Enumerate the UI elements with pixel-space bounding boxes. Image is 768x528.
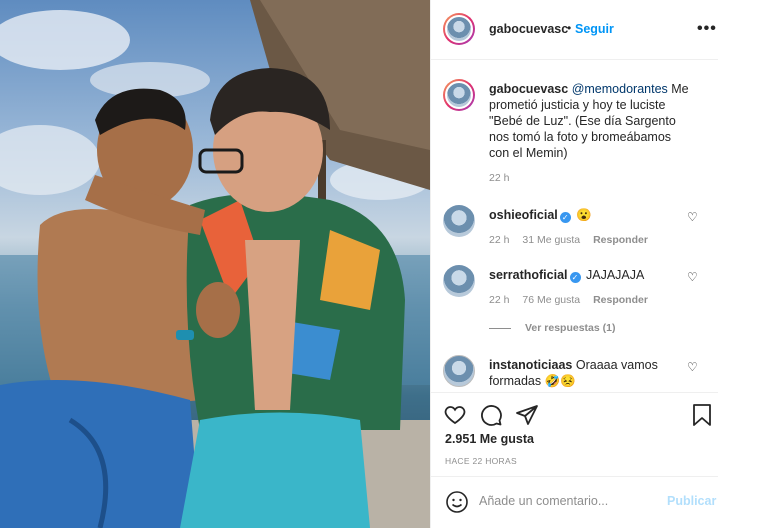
comment-time[interactable]: 22 h: [489, 294, 509, 306]
more-options-icon[interactable]: •••: [697, 20, 717, 38]
comment-meta: 22 h 76 Me gusta Responder: [489, 294, 658, 306]
author-avatar[interactable]: [443, 13, 475, 45]
caption-author-avatar[interactable]: [443, 79, 475, 111]
verified-badge-icon: ✓: [559, 212, 571, 223]
like-count[interactable]: 2.951 Me gusta: [445, 432, 534, 446]
emoji-icon[interactable]: [445, 490, 469, 514]
caption-mention[interactable]: @memodorantes: [572, 82, 668, 96]
caption-username[interactable]: gabocuevasc: [489, 82, 568, 96]
save-bookmark-icon[interactable]: [691, 403, 713, 427]
comment-bubble-icon[interactable]: [479, 403, 503, 427]
comment-text: 😮: [576, 208, 592, 222]
commenter-avatar[interactable]: [443, 205, 475, 237]
post-actions-bar: [431, 392, 719, 436]
comment-username[interactable]: oshieoficial: [489, 208, 558, 222]
comment-body: instanoticiaas Oraaaa vamos formadas 🤣😣: [489, 357, 689, 389]
caption-meta: 22 h: [489, 172, 519, 184]
reply-button[interactable]: Responder: [593, 234, 648, 246]
comment-username[interactable]: serrathoficial: [489, 268, 568, 282]
comment-likes[interactable]: 76 Me gusta: [522, 294, 580, 306]
verified-badge-icon: ✓: [569, 272, 581, 283]
caption-body: gabocuevasc @memodorantes Me prometió ju…: [489, 81, 689, 161]
view-replies-button[interactable]: Ver respuestas (1): [489, 322, 615, 334]
post-photo[interactable]: [0, 0, 430, 528]
comment-time[interactable]: 22 h: [489, 234, 509, 246]
replies-divider: [489, 327, 511, 329]
add-comment-bar: Publicar: [431, 476, 719, 528]
comment-text: JAJAJAJA: [586, 268, 645, 282]
commenter-avatar[interactable]: [443, 355, 475, 387]
view-replies-label: Ver respuestas (1): [525, 322, 616, 334]
post-header: gabocuevasc • Seguir •••: [431, 0, 719, 60]
separator-dot: •: [567, 21, 572, 35]
like-heart-icon[interactable]: [443, 403, 467, 427]
comment-likes[interactable]: 31 Me gusta: [522, 234, 580, 246]
post-timestamp[interactable]: HACE 22 HORAS: [445, 456, 517, 466]
post-photo-illustration: [0, 0, 430, 528]
comment-username[interactable]: instanoticiaas: [489, 358, 572, 372]
comment-meta: 22 h 31 Me gusta Responder: [489, 234, 658, 246]
reply-button[interactable]: Responder: [593, 294, 648, 306]
share-send-icon[interactable]: [515, 403, 539, 427]
like-comment-heart-icon[interactable]: ♡: [687, 270, 698, 284]
publish-button[interactable]: Publicar: [667, 494, 716, 508]
like-comment-heart-icon[interactable]: ♡: [687, 360, 698, 374]
follow-button[interactable]: Seguir: [575, 22, 614, 36]
post-details-panel: gabocuevasc • Seguir ••• gabocuevasc @me…: [430, 0, 719, 528]
like-comment-heart-icon[interactable]: ♡: [687, 210, 698, 224]
author-username[interactable]: gabocuevasc: [489, 22, 568, 36]
comment-body: serrathoficial ✓ JAJAJAJA: [489, 267, 689, 283]
commenter-avatar[interactable]: [443, 265, 475, 297]
comment-input[interactable]: [479, 491, 649, 511]
comment-body: oshieoficial ✓ 😮: [489, 207, 689, 223]
caption-time[interactable]: 22 h: [489, 172, 509, 184]
page-margin: [718, 0, 768, 528]
